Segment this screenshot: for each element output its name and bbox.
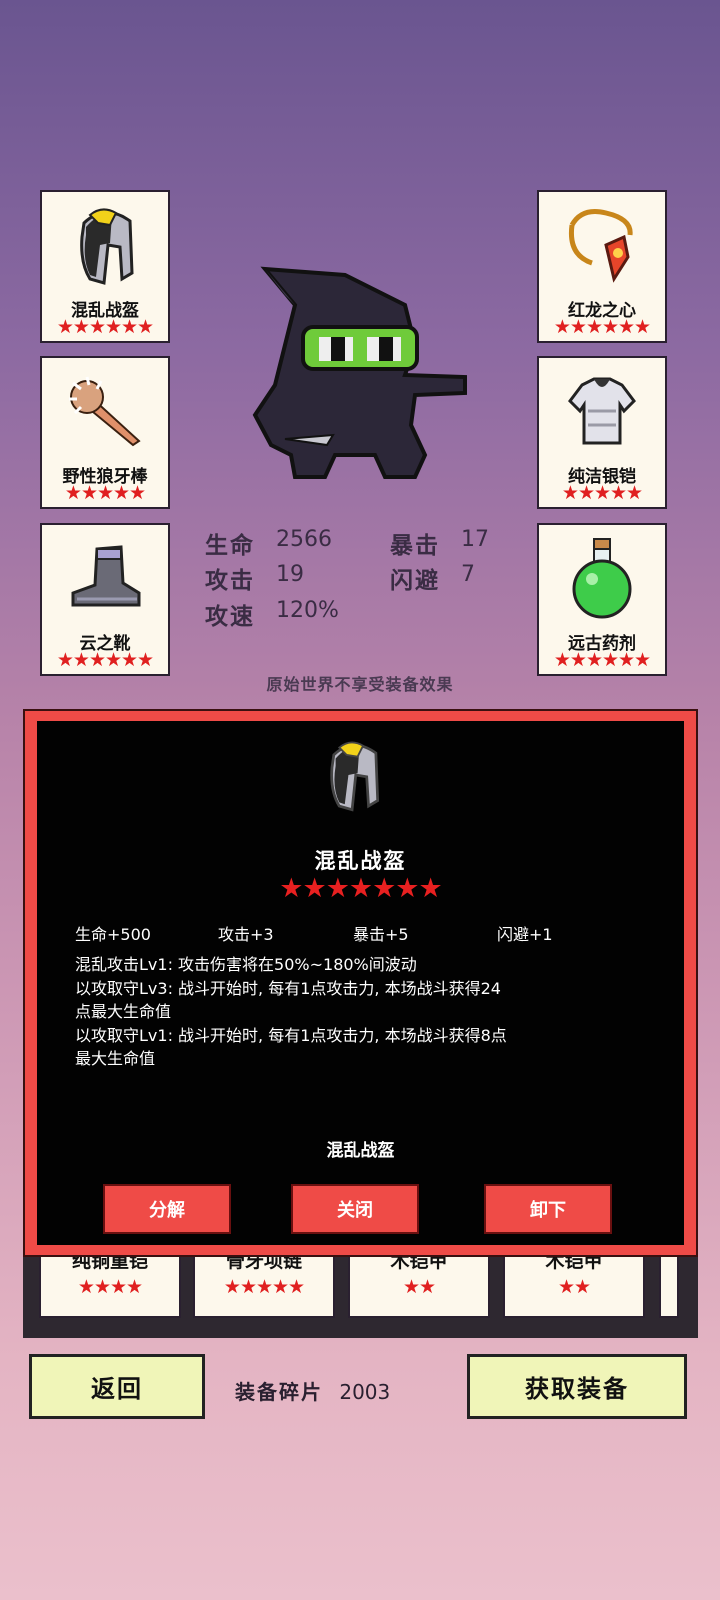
stat-speed-label: 攻速 xyxy=(205,604,255,630)
stat-crit-value: 17 xyxy=(461,527,489,552)
fragments-display: 装备碎片 2003 xyxy=(235,1376,390,1405)
detail-description: 混乱攻击Lv1: 攻击伤害将在50%~180%间波动 以攻取守Lv3: 战斗开始… xyxy=(75,953,655,1071)
desc-line: 点最大生命值 xyxy=(75,1002,172,1021)
inventory-item-stars: ★★★★ xyxy=(77,1276,143,1298)
desc-line: 以攻取守Lv3: 战斗开始时, 每有1点攻击力, 本场战斗获得24 xyxy=(75,978,501,998)
slot-stars: ★★★★★★ xyxy=(553,316,651,338)
armor-icon xyxy=(539,366,665,456)
slot-helmet[interactable]: 混乱战盔 ★★★★★★ xyxy=(40,190,170,343)
back-button[interactable]: 返回 xyxy=(29,1354,205,1419)
stat-dodge-label: 闪避 xyxy=(390,568,440,594)
equipment-notice: 原始世界不享受装备效果 xyxy=(266,675,454,694)
detail-title: 混乱战盔 xyxy=(314,849,407,873)
slot-boots[interactable]: 云之靴 ★★★★★★ xyxy=(40,523,170,676)
slot-stars: ★★★★★★ xyxy=(56,649,154,671)
slot-accessory[interactable]: 红龙之心 ★★★★★★ xyxy=(537,190,667,343)
slot-weapon[interactable]: 野性狼牙棒 ★★★★★ xyxy=(40,356,170,509)
get-equipment-button[interactable]: 获取装备 xyxy=(467,1354,687,1419)
amulet-icon xyxy=(539,200,665,290)
stat-hp-value: 2566 xyxy=(276,527,332,552)
desc-line: 最大生命值 xyxy=(75,1049,156,1068)
ninja-character xyxy=(235,265,475,490)
desc-line: 混乱攻击Lv1: 攻击伤害将在50%~180%间波动 xyxy=(75,955,417,974)
stat-hp-label: 生命 xyxy=(205,533,255,559)
detail-stat: 攻击+3 xyxy=(218,925,274,944)
slot-stars: ★★★★★ xyxy=(64,482,146,504)
detail-footer-name: 混乱战盔 xyxy=(326,1141,395,1161)
stat-atk-label: 攻击 xyxy=(205,568,255,594)
modal-body: 混乱战盔 ★★★★★★★ 生命+500 攻击+3 暴击+5 闪避+1 混乱攻击L… xyxy=(37,721,684,1245)
club-icon xyxy=(42,366,168,456)
slot-stars: ★★★★★ xyxy=(561,482,643,504)
stat-dodge-value: 7 xyxy=(461,562,475,587)
stat-speed-value: 120% xyxy=(276,598,339,623)
detail-stat: 生命+500 xyxy=(75,925,151,944)
boots-icon xyxy=(42,533,168,623)
potion-icon xyxy=(539,533,665,623)
unequip-button[interactable]: 卸下 xyxy=(484,1184,612,1234)
inventory-item-stars: ★★★★★ xyxy=(223,1276,305,1298)
fragments-value: 2003 xyxy=(339,1380,391,1404)
decompose-button[interactable]: 分解 xyxy=(103,1184,231,1234)
detail-stat: 闪避+1 xyxy=(497,925,553,944)
stat-crit-label: 暴击 xyxy=(390,533,440,559)
helmet-icon xyxy=(321,735,385,815)
slot-armor[interactable]: 纯洁银铠 ★★★★★ xyxy=(537,356,667,509)
inventory-item-stars: ★★ xyxy=(402,1276,436,1298)
desc-line: 以攻取守Lv1: 战斗开始时, 每有1点攻击力, 本场战斗获得8点 xyxy=(75,1025,507,1045)
helmet-icon xyxy=(42,200,168,290)
detail-stat: 暴击+5 xyxy=(353,925,409,944)
close-button[interactable]: 关闭 xyxy=(291,1184,419,1234)
fragments-label: 装备碎片 xyxy=(235,1380,323,1404)
stat-atk-value: 19 xyxy=(276,562,304,587)
detail-stars: ★★★★★★★ xyxy=(279,873,442,904)
slot-stars: ★★★★★★ xyxy=(56,316,154,338)
slot-stars: ★★★★★★ xyxy=(553,649,651,671)
equipment-detail-modal: 混乱战盔 ★★★★★★★ 生命+500 攻击+3 暴击+5 闪避+1 混乱攻击L… xyxy=(23,709,698,1257)
inventory-item-stars: ★★ xyxy=(557,1276,591,1298)
slot-potion[interactable]: 远古药剂 ★★★★★★ xyxy=(537,523,667,676)
